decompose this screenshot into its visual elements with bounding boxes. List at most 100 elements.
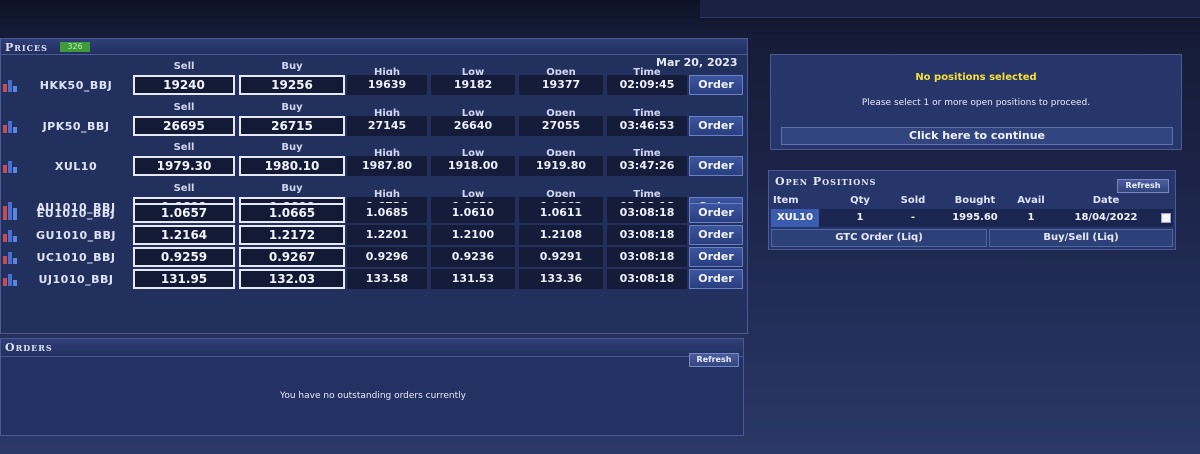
buy-price-box[interactable]: 26715 — [239, 116, 345, 136]
orders-title: Orders — [5, 341, 53, 354]
prices-panel: Prices 326 Mar 20, 2023 Sell Buy High Low Op… — [0, 38, 748, 334]
high-cell: 1.2201 — [347, 225, 427, 245]
low-cell: 26640 — [431, 116, 515, 136]
sell-price-box[interactable]: 1979.30 — [133, 156, 235, 176]
high-cell: 0.9296 — [347, 247, 427, 267]
low-cell: 1918.00 — [431, 156, 515, 176]
buy-price-box[interactable]: 1980.10 — [239, 156, 345, 176]
open-cell: 1.2108 — [519, 225, 603, 245]
time-cell: 03:08:18 — [607, 203, 687, 223]
time-cell: 03:47:26 — [607, 156, 687, 176]
low-cell: 0.9236 — [431, 247, 515, 267]
instrument-name: UJ1010_BBJ — [38, 273, 114, 286]
open-positions-panel: Open Positions Refresh Item Qty Sold Bou… — [768, 170, 1176, 250]
buy-price-box[interactable]: 1.0665 — [239, 203, 345, 223]
sell-price-box[interactable]: 0.9259 — [133, 247, 235, 267]
high-cell: 27145 — [347, 116, 427, 136]
position-bought: 1995.60 — [952, 212, 998, 223]
col-header-avail: Avail — [1017, 195, 1045, 206]
open-positions-title: Open Positions — [775, 175, 877, 188]
buy-price-box[interactable]: 0.9267 — [239, 247, 345, 267]
open-cell: 1.0611 — [519, 203, 603, 223]
orders-refresh-button[interactable]: Refresh — [689, 353, 739, 367]
position-avail: 1 — [1027, 212, 1035, 223]
top-bar-slot — [700, 0, 1200, 18]
prices-header: Prices 326 — [1, 39, 747, 55]
gtc-order-button[interactable]: GTC Order (Liq) — [771, 229, 987, 247]
instrument-chart-icon[interactable] — [3, 206, 19, 220]
orders-panel: Orders Refresh You have no outstanding o… — [0, 338, 744, 436]
sell-price-box[interactable]: 26695 — [133, 116, 235, 136]
prices-count-badge: 326 — [60, 42, 90, 52]
col-header-bought: Bought — [954, 195, 996, 206]
col-header-buy: Buy — [281, 61, 303, 72]
low-cell: 1.0610 — [431, 203, 515, 223]
sell-price-box[interactable]: 19240 — [133, 75, 235, 95]
top-bar — [0, 0, 1200, 34]
col-header-sell: Sell — [173, 142, 195, 153]
open-positions-refresh-button[interactable]: Refresh — [1117, 179, 1169, 193]
high-cell: 19639 — [347, 75, 427, 95]
position-item[interactable]: XUL10 — [771, 209, 819, 227]
time-cell: 03:08:18 — [607, 225, 687, 245]
order-button[interactable]: Order — [689, 75, 743, 95]
order-button[interactable]: Order — [689, 247, 743, 267]
position-row[interactable]: XUL10 1 - 1995.60 1 18/04/2022 — [771, 209, 1173, 227]
orders-header: Orders — [1, 339, 743, 357]
open-cell: 1919.80 — [519, 156, 603, 176]
buy-sell-button[interactable]: Buy/Sell (Liq) — [989, 229, 1173, 247]
position-qty: 1 — [856, 212, 864, 223]
low-cell: 131.53 — [431, 269, 515, 289]
no-positions-title: No positions selected — [915, 72, 1037, 83]
open-cell: 0.9291 — [519, 247, 603, 267]
continue-button[interactable]: Click here to continue — [781, 127, 1173, 145]
open-cell: 19377 — [519, 75, 603, 95]
low-cell: 19182 — [431, 75, 515, 95]
order-button[interactable]: Order — [689, 269, 743, 289]
instrument-name: JPK50_BBJ — [42, 120, 110, 133]
instrument-chart-icon[interactable] — [3, 78, 19, 92]
buy-price-box[interactable]: 19256 — [239, 75, 345, 95]
open-cell: 27055 — [519, 116, 603, 136]
high-cell: 1987.80 — [347, 156, 427, 176]
col-header-buy: Buy — [281, 102, 303, 113]
position-select-checkbox[interactable] — [1161, 213, 1171, 223]
instrument-chart-icon[interactable] — [3, 228, 19, 242]
time-cell: 02:09:45 — [607, 75, 687, 95]
high-cell: 133.58 — [347, 269, 427, 289]
time-cell: 03:08:18 — [607, 269, 687, 289]
time-cell: 03:46:53 — [607, 116, 687, 136]
instrument-chart-icon[interactable] — [3, 119, 19, 133]
sell-price-box[interactable]: 131.95 — [133, 269, 235, 289]
sell-price-box[interactable]: 1.2164 — [133, 225, 235, 245]
col-header-sell: Sell — [173, 183, 195, 194]
no-positions-panel: No positions selected Please select 1 or… — [770, 54, 1182, 150]
instrument-chart-icon[interactable] — [3, 250, 19, 264]
col-header-sold: Sold — [900, 195, 926, 206]
col-header-date: Date — [1092, 195, 1120, 206]
order-button[interactable]: Order — [689, 116, 743, 136]
time-cell: 03:08:18 — [607, 247, 687, 267]
instrument-name: UC1010_BBJ — [36, 251, 116, 264]
col-header-item: Item — [773, 195, 799, 206]
buy-price-box[interactable]: 132.03 — [239, 269, 345, 289]
instrument-name: XUL10 — [54, 160, 98, 173]
orders-empty-message: You have no outstanding orders currently — [280, 391, 466, 401]
instrument-name: HKK50_BBJ — [39, 79, 113, 92]
instrument-name: GU1010_BBJ — [36, 229, 116, 242]
instrument-chart-icon[interactable] — [3, 272, 19, 286]
order-button[interactable]: Order — [689, 156, 743, 176]
buy-price-box[interactable]: 1.2172 — [239, 225, 345, 245]
col-header-qty: Qty — [850, 195, 870, 206]
col-header-buy: Buy — [281, 142, 303, 153]
high-cell: 1.0685 — [347, 203, 427, 223]
order-button[interactable]: Order — [689, 203, 743, 223]
col-header-sell: Sell — [173, 102, 195, 113]
sell-price-box[interactable]: 1.0657 — [133, 203, 235, 223]
col-header-sell: Sell — [173, 61, 195, 72]
position-date: 18/04/2022 — [1074, 212, 1138, 223]
open-cell: 133.36 — [519, 269, 603, 289]
instrument-chart-icon[interactable] — [3, 159, 19, 173]
order-button[interactable]: Order — [689, 225, 743, 245]
prices-title: Prices — [5, 41, 48, 54]
